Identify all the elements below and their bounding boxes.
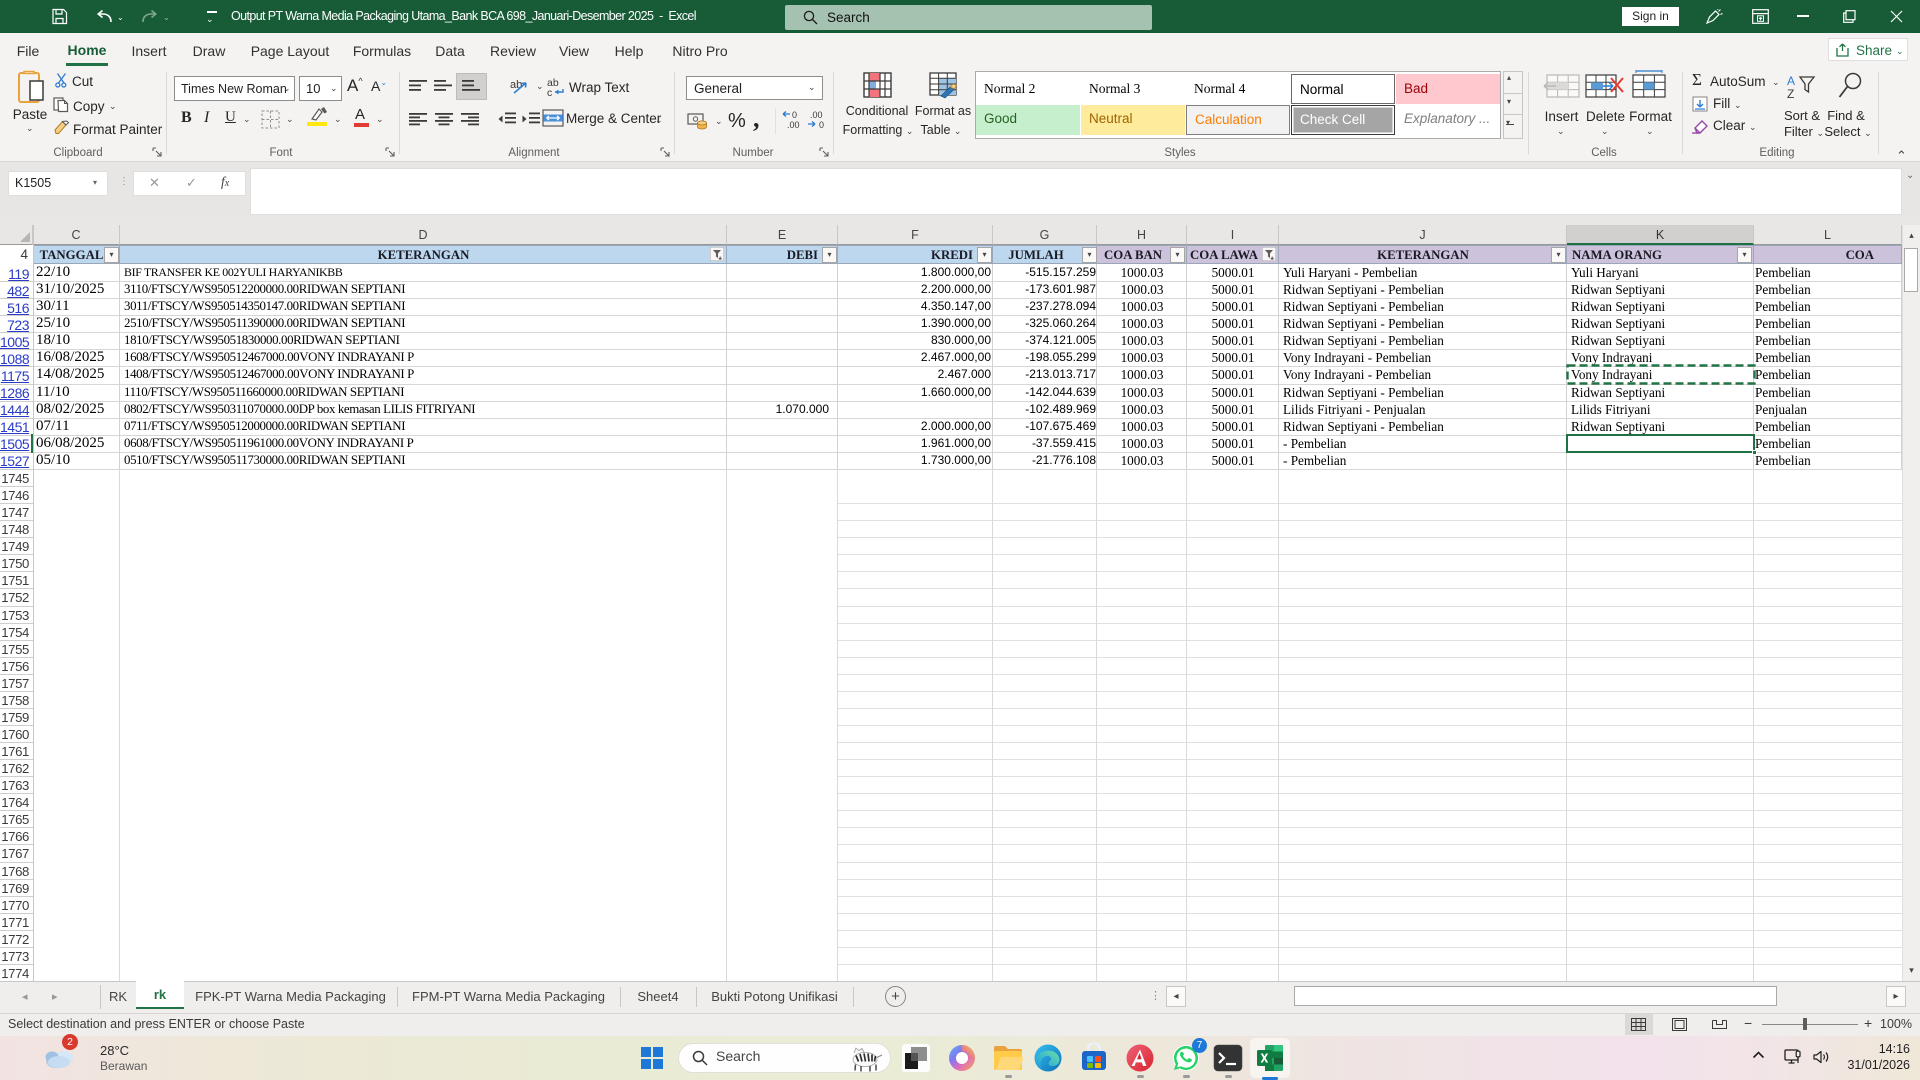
svg-text:.00: .00 <box>787 120 800 130</box>
svg-text:A: A <box>1787 74 1795 88</box>
svg-text:Z: Z <box>1787 87 1794 100</box>
svg-text:ab: ab <box>510 79 522 91</box>
svg-text:c: c <box>547 87 552 97</box>
svg-text:0: 0 <box>819 120 824 130</box>
svg-text:0: 0 <box>792 110 797 120</box>
svg-text:.00: .00 <box>810 110 823 120</box>
